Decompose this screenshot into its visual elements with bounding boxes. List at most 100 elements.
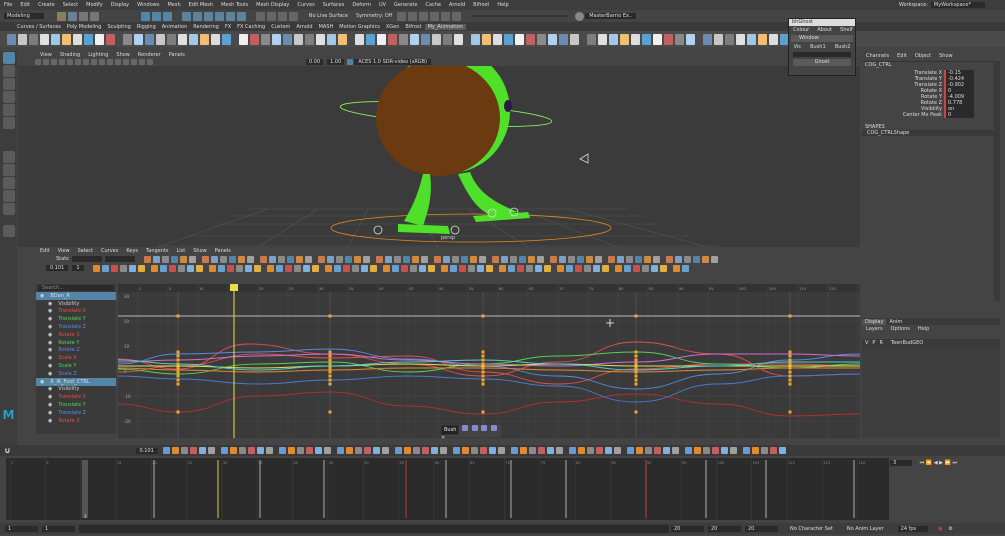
stats-field[interactable]: [71, 256, 102, 262]
graph-tool-icon[interactable]: [277, 255, 285, 263]
outliner-item[interactable]: ◉ Translate Y: [36, 401, 116, 409]
eye-icon[interactable]: ◉: [48, 410, 52, 416]
graph-tool-icon[interactable]: [693, 447, 701, 454]
eye-icon[interactable]: ◉: [48, 371, 52, 377]
menu-item[interactable]: Bifrost: [469, 2, 493, 8]
layer-flag[interactable]: V: [865, 340, 868, 346]
graph-tool-icon[interactable]: [458, 264, 466, 272]
layer-flag[interactable]: P: [872, 340, 875, 346]
shelf-tool-icon[interactable]: [222, 33, 231, 45]
shelf-tool-icon[interactable]: [355, 33, 364, 45]
shelf-tab[interactable]: FX: [222, 24, 234, 30]
graph-tool-icon[interactable]: [179, 255, 187, 263]
graph-tool-icon[interactable]: [284, 264, 292, 272]
folder-icon[interactable]: [56, 11, 66, 21]
eye-icon[interactable]: ◉: [48, 332, 52, 338]
graph-tool-icon[interactable]: [592, 264, 600, 272]
graph-tool-icon[interactable]: [333, 264, 341, 272]
graph-tool-icon[interactable]: [220, 447, 228, 454]
stats-field[interactable]: [104, 256, 135, 262]
eye-icon[interactable]: ◉: [48, 301, 52, 307]
graph-menu-item[interactable]: Edit: [36, 248, 54, 254]
shelf-tab[interactable]: Bifrost: [402, 24, 424, 30]
graph-tool-icon[interactable]: [546, 447, 554, 454]
colorspace-dropdown[interactable]: ACES 1.0 SDR-video (sRGB): [354, 59, 432, 65]
viewport-menu-item[interactable]: Shading: [56, 52, 84, 58]
shelf-tab[interactable]: Animation: [159, 24, 191, 30]
mask-icon[interactable]: [236, 11, 246, 21]
input-field[interactable]: [504, 15, 537, 17]
bush-icon[interactable]: [471, 425, 478, 431]
outliner-item[interactable]: ◉ BDan_R: [36, 292, 116, 300]
shelf-tab[interactable]: Motion Graphics: [336, 24, 383, 30]
xray-icon[interactable]: [123, 59, 129, 65]
graph-tool-icon[interactable]: [208, 264, 216, 272]
shelf-tool-icon[interactable]: [250, 33, 259, 45]
eye-icon[interactable]: ◉: [48, 316, 52, 322]
four-view-icon[interactable]: [2, 164, 15, 176]
shelf-tool-icon[interactable]: [526, 33, 535, 45]
menu-item[interactable]: Edit: [16, 2, 34, 8]
bush-icon[interactable]: [481, 425, 488, 431]
snap-point-icon[interactable]: [277, 11, 287, 21]
layer-tab[interactable]: Anim: [886, 319, 905, 325]
menu-item[interactable]: Cache: [421, 2, 445, 8]
symmetry-label[interactable]: Symmetry: Off: [356, 13, 392, 19]
snap-curve-icon[interactable]: [266, 11, 276, 21]
graph-tool-icon[interactable]: [400, 264, 408, 272]
graph-tool-icon[interactable]: [574, 264, 582, 272]
shelf-tool-icon[interactable]: [134, 33, 143, 45]
graph-tool-icon[interactable]: [659, 264, 667, 272]
graph-tool-icon[interactable]: [653, 447, 661, 454]
menu-item[interactable]: Deform: [348, 2, 375, 8]
graph-tool-icon[interactable]: [369, 264, 377, 272]
menu-item[interactable]: Modify: [82, 2, 107, 8]
graph-tool-icon[interactable]: [778, 447, 786, 454]
graph-tool-icon[interactable]: [641, 264, 649, 272]
grid-icon[interactable]: [67, 59, 73, 65]
ghost-window[interactable]: bhGhost Colour About Shelf Window Vis Bush1…: [788, 18, 856, 76]
graph-tool-icon[interactable]: [681, 264, 689, 272]
graph-tool-icon[interactable]: [375, 255, 383, 263]
range-end-field[interactable]: 20: [708, 525, 741, 532]
shelf-tool-icon[interactable]: [388, 33, 397, 45]
graph-tool-icon[interactable]: [360, 264, 368, 272]
menu-item[interactable]: Arnold: [445, 2, 469, 8]
workspace-dropdown[interactable]: MyWorkspace*: [930, 2, 985, 8]
graph-tool-icon[interactable]: [652, 255, 660, 263]
graph-tool-icon[interactable]: [170, 255, 178, 263]
ghost-slider[interactable]: [793, 52, 851, 57]
step-forward-icon[interactable]: ⏩: [945, 460, 951, 466]
channel-value[interactable]: 0: [944, 112, 974, 118]
wireframe-icon[interactable]: [75, 59, 81, 65]
graph-tool-icon[interactable]: [363, 447, 371, 454]
layer-menu-item[interactable]: Help: [914, 326, 933, 332]
shelf-tool-icon[interactable]: [758, 33, 767, 45]
shelf-tool-icon[interactable]: [167, 33, 176, 45]
ghost-section[interactable]: Window: [791, 35, 853, 42]
mode-dropdown[interactable]: Modeling: [4, 13, 44, 19]
graph-tool-icon[interactable]: [381, 447, 389, 454]
outliner-item[interactable]: ◉ Rotate X: [36, 331, 116, 339]
eye-icon[interactable]: ◉: [48, 308, 52, 314]
snap-view-icon[interactable]: [288, 11, 298, 21]
isolate-icon[interactable]: [115, 59, 121, 65]
graph-tool-icon[interactable]: [268, 255, 276, 263]
shelf-tab[interactable]: Poly Modeling: [64, 24, 105, 30]
shadow-icon[interactable]: [107, 59, 113, 65]
graph-tool-icon[interactable]: [253, 264, 261, 272]
graph-tool-icon[interactable]: [497, 447, 505, 454]
select-object-icon[interactable]: [151, 11, 161, 21]
menu-item[interactable]: Create: [34, 2, 59, 8]
shelf-tool-icon[interactable]: [620, 33, 629, 45]
light-icon[interactable]: [99, 59, 105, 65]
time-slider[interactable]: 1510152025303540455055606570758085909510…: [6, 458, 889, 520]
settings-icon[interactable]: ⚙: [949, 526, 953, 532]
graph-tool-icon[interactable]: [683, 255, 691, 263]
user-dropdown[interactable]: MasterBarrio Ex..: [585, 13, 637, 19]
graph-tool-icon[interactable]: [198, 447, 206, 454]
graph-tool-icon[interactable]: [469, 255, 477, 263]
graph-tool-icon[interactable]: [769, 447, 777, 454]
eye-icon[interactable]: ◉: [40, 293, 44, 299]
range-bar[interactable]: [79, 524, 669, 533]
